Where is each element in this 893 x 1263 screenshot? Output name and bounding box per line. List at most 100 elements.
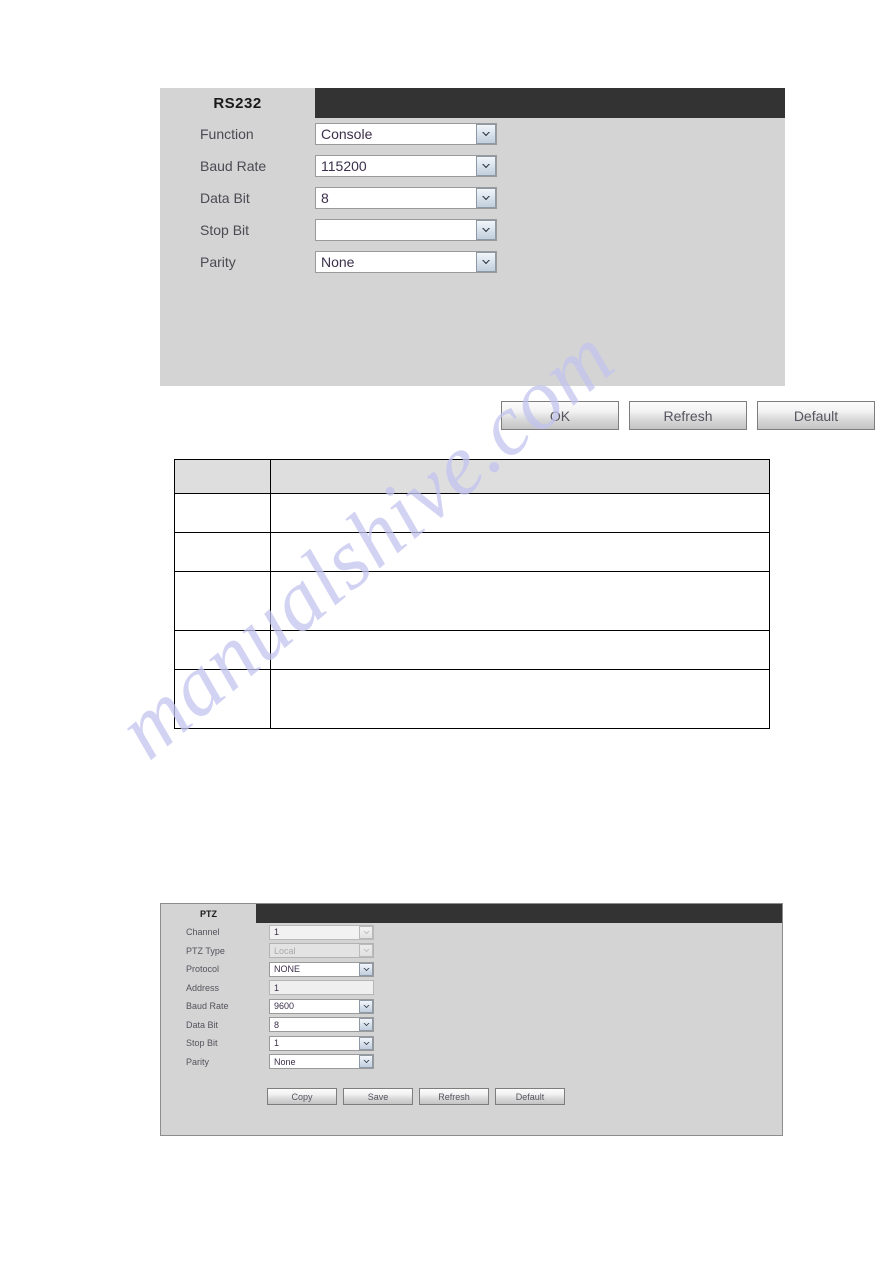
select-function[interactable]: Console [315, 123, 497, 145]
form-row-baud-rate: Baud Rate 9600 [161, 997, 782, 1016]
table-header-cell [270, 459, 770, 494]
chevron-down-icon[interactable] [359, 999, 373, 1013]
rs232-buttons: OK Refresh Default [501, 401, 875, 430]
table-cell [174, 493, 271, 533]
form-row-channel: Channel 1 [161, 923, 782, 942]
select-value-parity: None [274, 1056, 296, 1067]
table-cell [174, 532, 271, 572]
ptz-tab-strip: PTZ [161, 904, 782, 923]
label-baud-rate: Baud Rate [186, 1001, 229, 1012]
tab-rs232[interactable]: RS232 [160, 88, 315, 118]
tab-ptz[interactable]: PTZ [161, 904, 256, 923]
select-data-bit[interactable]: 8 [315, 187, 497, 209]
select-value-function: Console [321, 126, 373, 142]
table-row [174, 630, 770, 670]
chevron-down-icon[interactable] [476, 220, 496, 240]
input-address[interactable]: 1 [269, 980, 374, 996]
tab-strip-background [256, 904, 782, 923]
table-cell [174, 669, 271, 729]
table-body [174, 493, 770, 729]
chevron-down-icon[interactable] [476, 124, 496, 144]
specification-table [174, 459, 770, 729]
select-value-ptz-type: Local [274, 945, 296, 956]
ptz-form: Channel 1 PTZ Type Local Protocol NONE Address… [161, 923, 782, 1071]
chevron-down-icon[interactable] [359, 1055, 373, 1069]
form-row-protocol: Protocol NONE [161, 960, 782, 979]
default-button[interactable]: Default [757, 401, 875, 430]
select-value-data-bit: 8 [274, 1019, 280, 1030]
label-parity: Parity [186, 1056, 210, 1067]
select-parity[interactable]: None [269, 1054, 374, 1070]
select-value-baud-rate: 115200 [321, 158, 367, 174]
form-row-stop-bit: Stop Bit [160, 214, 785, 246]
select-stop-bit[interactable] [315, 219, 497, 241]
chevron-down-icon[interactable] [359, 1018, 373, 1032]
select-stop-bit[interactable]: 1 [269, 1035, 374, 1051]
table-header [174, 459, 770, 494]
label-channel: Channel [186, 927, 220, 938]
select-baud-rate[interactable]: 115200 [315, 155, 497, 177]
chevron-down-icon[interactable] [476, 188, 496, 208]
table-row [174, 532, 770, 572]
rs232-tab-strip: RS232 [160, 88, 785, 118]
table-cell [270, 630, 770, 670]
form-row-address: Address 1 [161, 979, 782, 998]
table-cell [270, 669, 770, 729]
form-row-stop-bit: Stop Bit 1 [161, 1034, 782, 1053]
default-button[interactable]: Default [495, 1088, 565, 1105]
chevron-down-icon[interactable] [359, 944, 373, 958]
ptz-buttons: Copy Save Refresh Default [267, 1088, 565, 1105]
form-row-parity: Parity None [161, 1053, 782, 1072]
select-value-channel: 1 [274, 927, 280, 938]
table-row [174, 493, 770, 533]
form-row-parity: Parity None [160, 246, 785, 278]
table-cell [174, 571, 271, 631]
table-cell [270, 571, 770, 631]
refresh-button[interactable]: Refresh [629, 401, 747, 430]
select-value-protocol: NONE [274, 964, 301, 975]
select-value-data-bit: 8 [321, 190, 329, 206]
form-row-data-bit: Data Bit 8 [161, 1016, 782, 1035]
rs232-form: Function Console Baud Rate 115200 Data Bit 8 S… [160, 118, 785, 278]
table-cell [174, 630, 271, 670]
select-data-bit[interactable]: 8 [269, 1017, 374, 1033]
select-value-baud-rate: 9600 [274, 1001, 295, 1012]
chevron-down-icon[interactable] [476, 252, 496, 272]
chevron-down-icon[interactable] [359, 925, 373, 939]
label-baud-rate: Baud Rate [200, 158, 267, 174]
table-cell [270, 532, 770, 572]
label-protocol: Protocol [186, 964, 220, 975]
label-address: Address [186, 982, 220, 993]
table-cell [270, 493, 770, 533]
refresh-button[interactable]: Refresh [419, 1088, 489, 1105]
label-data-bit: Data Bit [186, 1019, 219, 1030]
tab-strip-background [315, 88, 785, 118]
table-row [174, 571, 770, 631]
label-ptz-type: PTZ Type [186, 945, 225, 956]
select-value-parity: None [321, 254, 355, 270]
ok-button[interactable]: OK [501, 401, 619, 430]
label-stop-bit: Stop Bit [200, 222, 250, 238]
select-value-stop-bit: 1 [274, 1038, 280, 1049]
select-protocol[interactable]: NONE [269, 961, 374, 977]
select-baud-rate[interactable]: 9600 [269, 998, 374, 1014]
table-header-cell [174, 459, 271, 494]
table-row [174, 669, 770, 729]
form-row-ptz-type: PTZ Type Local [161, 942, 782, 961]
form-row-data-bit: Data Bit 8 [160, 182, 785, 214]
rs232-button-row: OK Refresh Default [501, 401, 875, 430]
label-function: Function [200, 126, 254, 142]
select-channel[interactable]: 1 [269, 924, 374, 940]
chevron-down-icon[interactable] [359, 1036, 373, 1050]
copy-button[interactable]: Copy [267, 1088, 337, 1105]
select-ptz-type: Local [269, 943, 374, 959]
chevron-down-icon[interactable] [359, 962, 373, 976]
label-stop-bit: Stop Bit [186, 1038, 218, 1049]
table-header-row [174, 459, 770, 494]
ptz-button-row: Copy Save Refresh Default [267, 1088, 565, 1105]
rs232-settings-panel: RS232 Function Console Baud Rate 115200 Data… [160, 88, 875, 430]
chevron-down-icon[interactable] [476, 156, 496, 176]
save-button[interactable]: Save [343, 1088, 413, 1105]
form-row-baud-rate: Baud Rate 115200 [160, 150, 785, 182]
select-parity[interactable]: None [315, 251, 497, 273]
